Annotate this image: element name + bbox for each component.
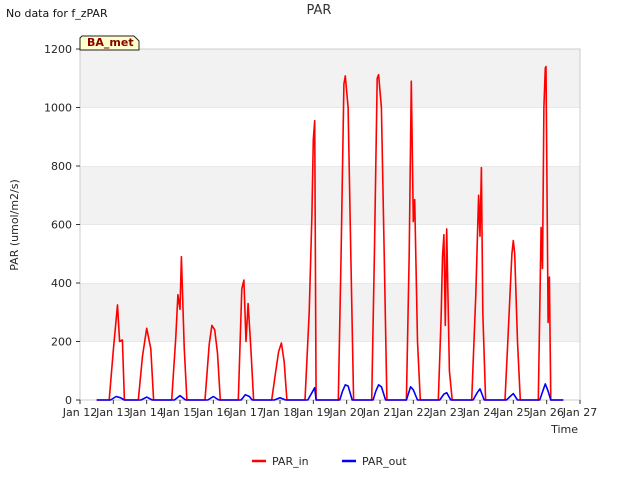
legend-label: PAR_in xyxy=(272,455,309,468)
x-tick-label: Jan 12 xyxy=(62,406,97,419)
x-tick-label: Jan 26 xyxy=(528,406,563,419)
x-axis-label: Time xyxy=(550,423,578,436)
x-tick-label: Jan 17 xyxy=(228,406,263,419)
x-tick-label: Jan 24 xyxy=(462,406,497,419)
x-tick-label: Jan 27 xyxy=(562,406,597,419)
grid-band xyxy=(80,224,580,283)
grid-band xyxy=(80,283,580,342)
y-tick-label: 600 xyxy=(51,219,72,232)
grid-bands xyxy=(80,48,580,400)
grid-band xyxy=(80,107,580,166)
annotation-text: BA_met xyxy=(87,36,134,49)
chart-title: PAR xyxy=(307,3,332,18)
y-tick-label: 1200 xyxy=(44,43,72,56)
annotation-box: BA_met xyxy=(79,35,140,51)
y-axis-label: PAR (umol/m2/s) xyxy=(8,179,21,271)
grid-band xyxy=(80,166,580,225)
x-tick-label: Jan 20 xyxy=(328,406,363,419)
x-tick-label: Jan 19 xyxy=(295,406,330,419)
no-data-message: No data for f_zPAR xyxy=(6,7,108,20)
x-axis: Jan 12Jan 13Jan 14Jan 15Jan 16Jan 17Jan … xyxy=(62,400,597,419)
x-tick-label: Jan 25 xyxy=(495,406,530,419)
y-tick-label: 1000 xyxy=(44,102,72,115)
legend-label: PAR_out xyxy=(362,455,407,468)
y-tick-label: 200 xyxy=(51,336,72,349)
x-tick-label: Jan 21 xyxy=(362,406,397,419)
y-tick-label: 400 xyxy=(51,277,72,290)
grid-band xyxy=(80,49,580,108)
x-tick-label: Jan 23 xyxy=(428,406,463,419)
chart-canvas: 020040060080010001200 Jan 12Jan 13Jan 14… xyxy=(8,3,597,468)
chart: No data for f_zPAR 0 200 400 600 800 1000 1200… xyxy=(0,0,640,480)
x-tick-label: Jan 15 xyxy=(162,406,197,419)
x-tick-label: Jan 18 xyxy=(262,406,297,419)
x-tick-label: Jan 14 xyxy=(128,406,163,419)
legend: PAR_in PAR_out xyxy=(252,455,407,468)
x-tick-label: Jan 16 xyxy=(195,406,230,419)
x-tick-label: Jan 13 xyxy=(95,406,130,419)
y-axis: 020040060080010001200 xyxy=(44,43,80,407)
x-tick-label: Jan 22 xyxy=(395,406,430,419)
y-tick-label: 800 xyxy=(51,160,72,173)
